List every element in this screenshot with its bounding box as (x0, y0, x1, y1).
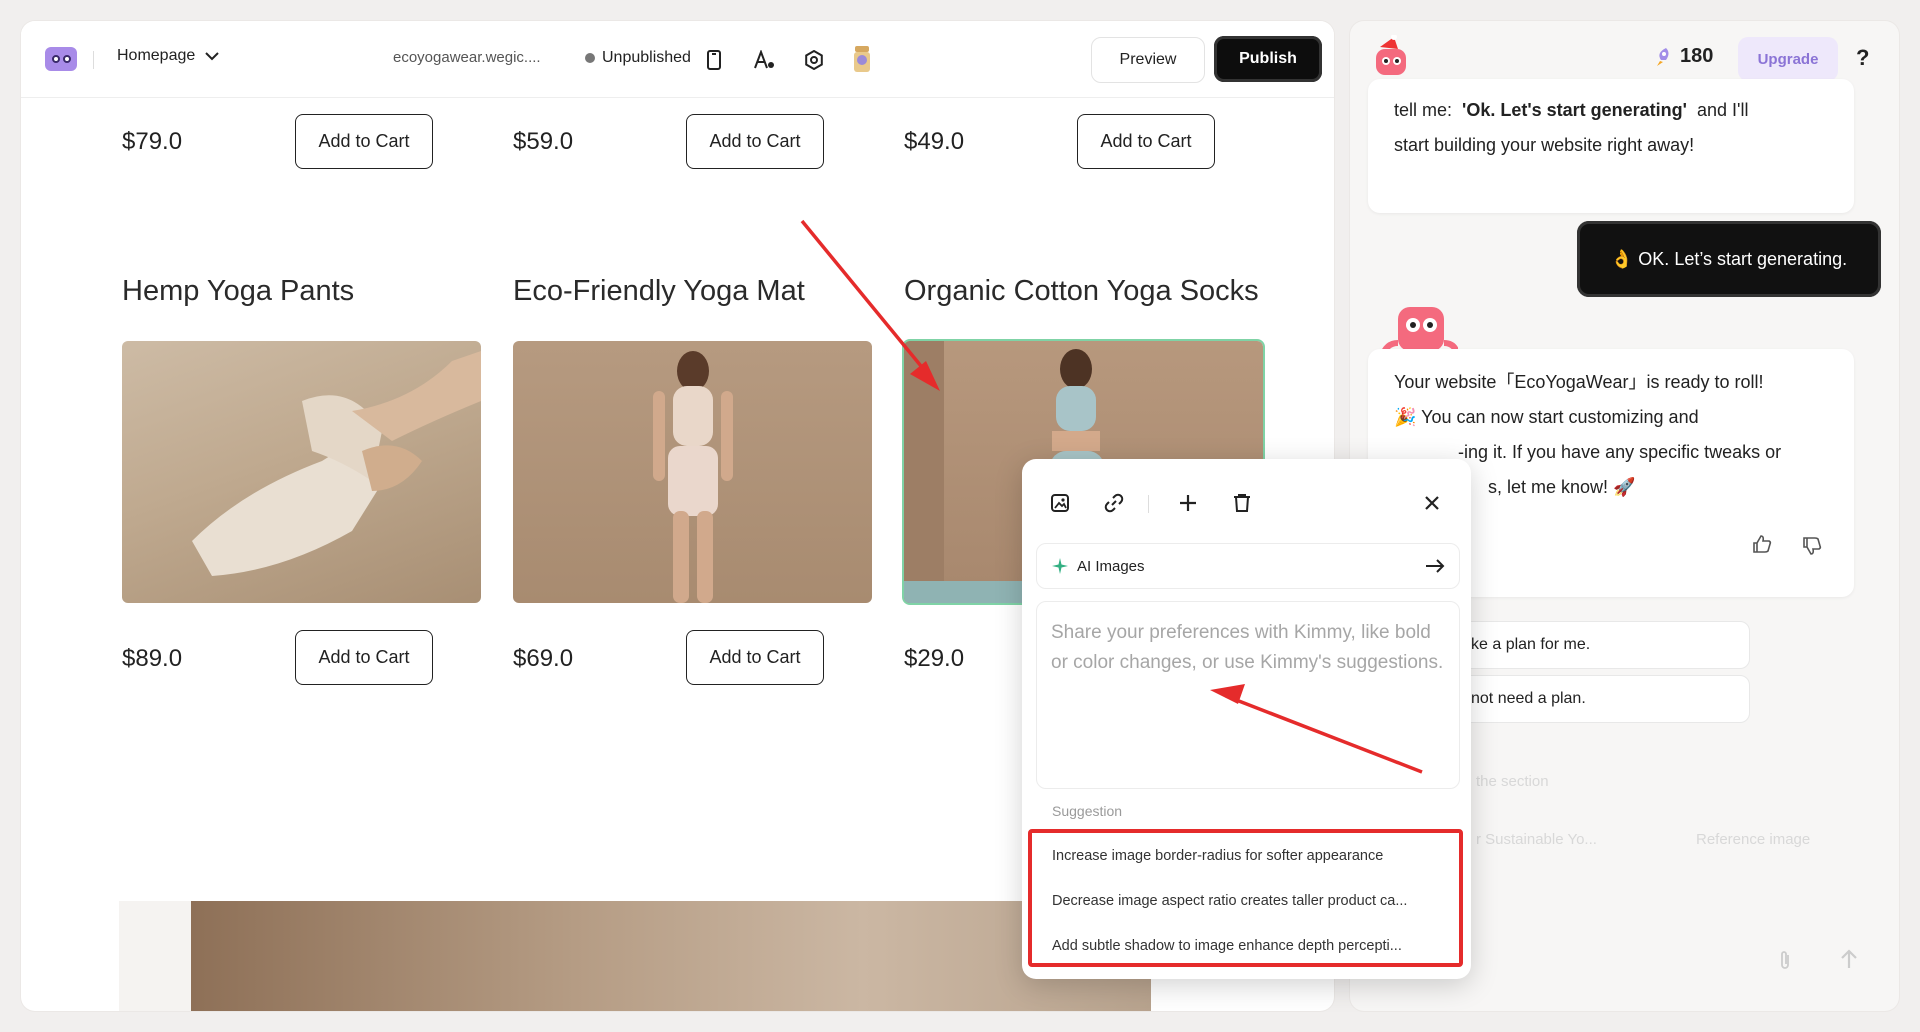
replace-image-icon[interactable] (1046, 489, 1074, 517)
page-selector[interactable]: Homepage (117, 47, 219, 65)
suggestion-item[interactable]: Decrease image aspect ratio creates tall… (1052, 893, 1452, 909)
mobile-view-icon[interactable] (701, 47, 727, 73)
add-to-cart-button[interactable]: Add to Cart (686, 630, 824, 685)
font-style-icon[interactable] (751, 47, 777, 73)
thumbs-up-icon[interactable] (1752, 535, 1772, 558)
product-price: $79.0 (122, 128, 183, 155)
sparkle-icon (1052, 558, 1068, 574)
add-to-cart-button[interactable]: Add to Cart (1077, 114, 1215, 169)
divider (93, 51, 94, 69)
status-text: Unpublished (602, 49, 691, 66)
hero-banner-image[interactable] (191, 901, 1151, 1011)
preview-button[interactable]: Preview (1091, 37, 1205, 83)
arrow-right-icon (1426, 559, 1445, 573)
message-line: s, let me know! 🚀 (1488, 477, 1636, 497)
ai-images-label: AI Images (1077, 557, 1145, 575)
editor-topbar: Homepage ecoyogawear.wegic.... Unpublish… (21, 21, 1334, 98)
chevron-down-icon (205, 52, 219, 61)
add-to-cart-button[interactable]: Add to Cart (295, 114, 433, 169)
send-arrow-icon[interactable] (1840, 949, 1858, 974)
publish-button[interactable]: Publish (1214, 36, 1322, 82)
message-line: tell me: 'Ok. Let's start generating' an… (1394, 100, 1749, 120)
product-image-yoga-mat[interactable] (513, 341, 872, 603)
product-title: Hemp Yoga Pants (122, 275, 355, 307)
product-title: Organic Cotton Yoga Socks (904, 275, 1259, 307)
divider (1148, 495, 1149, 513)
page-name: Homepage (117, 47, 196, 64)
image-edit-popup: AI Images Share your preferences with Ki… (1022, 459, 1471, 979)
product-price: $49.0 (904, 128, 965, 155)
mascot-jar-icon[interactable] (849, 43, 875, 75)
link-icon[interactable] (1100, 489, 1128, 517)
close-icon[interactable] (1418, 489, 1446, 517)
rocket-icon (1657, 47, 1669, 66)
site-domain[interactable]: ecoyogawear.wegic.... (393, 49, 541, 66)
suggestion-item[interactable]: Increase image border-radius for softer … (1052, 848, 1452, 864)
option-chip-no-plan[interactable]: not need a plan. (1450, 675, 1750, 723)
assistant-message: tell me: 'Ok. Let's start generating' an… (1368, 79, 1854, 213)
faded-hint: r Sustainable Yo... (1476, 831, 1597, 848)
upgrade-button[interactable]: Upgrade (1738, 37, 1838, 81)
ai-images-row[interactable]: AI Images (1036, 543, 1460, 589)
product-title: Eco-Friendly Yoga Mat (513, 275, 805, 307)
delete-trash-icon[interactable] (1228, 489, 1256, 517)
product-price: $59.0 (513, 128, 574, 155)
product-price: $29.0 (904, 645, 965, 672)
add-icon[interactable] (1174, 489, 1202, 517)
faded-hint: the section (1476, 773, 1549, 790)
suggestion-label: Suggestion (1052, 803, 1123, 819)
credits-value: 180 (1680, 45, 1714, 67)
message-line: 🎉 You can now start customizing and (1394, 407, 1699, 427)
message-line: -ing it. If you have any specific tweaks… (1458, 442, 1782, 462)
add-to-cart-button[interactable]: Add to Cart (686, 114, 824, 169)
suggestion-item[interactable]: Add subtle shadow to image enhance depth… (1052, 938, 1452, 954)
thumbs-down-icon[interactable] (1802, 537, 1822, 560)
user-message: 👌 OK. Let’s start generating. (1577, 221, 1881, 297)
message-line: Your website「EcoYogaWear」is ready to rol… (1394, 372, 1764, 392)
option-chip-make-plan[interactable]: ke a plan for me. (1450, 621, 1750, 669)
attach-paperclip-icon[interactable] (1778, 949, 1792, 976)
status-dot-icon (585, 53, 595, 63)
credits-counter: 180 (1654, 45, 1713, 68)
banner-margin (119, 901, 191, 1011)
product-price: $69.0 (513, 645, 574, 672)
product-price: $89.0 (122, 645, 183, 672)
preferences-input[interactable]: Share your preferences with Kimmy, like … (1036, 601, 1460, 789)
message-line: start building your website right away! (1394, 135, 1695, 155)
settings-gear-icon[interactable] (801, 47, 827, 73)
add-to-cart-button[interactable]: Add to Cart (295, 630, 433, 685)
reference-image-button[interactable]: Reference image (1696, 831, 1810, 848)
help-icon[interactable]: ? (1856, 45, 1869, 71)
product-image-hemp-pants[interactable] (122, 341, 481, 603)
publish-status: Unpublished (585, 49, 691, 67)
app-logo[interactable] (45, 47, 77, 71)
